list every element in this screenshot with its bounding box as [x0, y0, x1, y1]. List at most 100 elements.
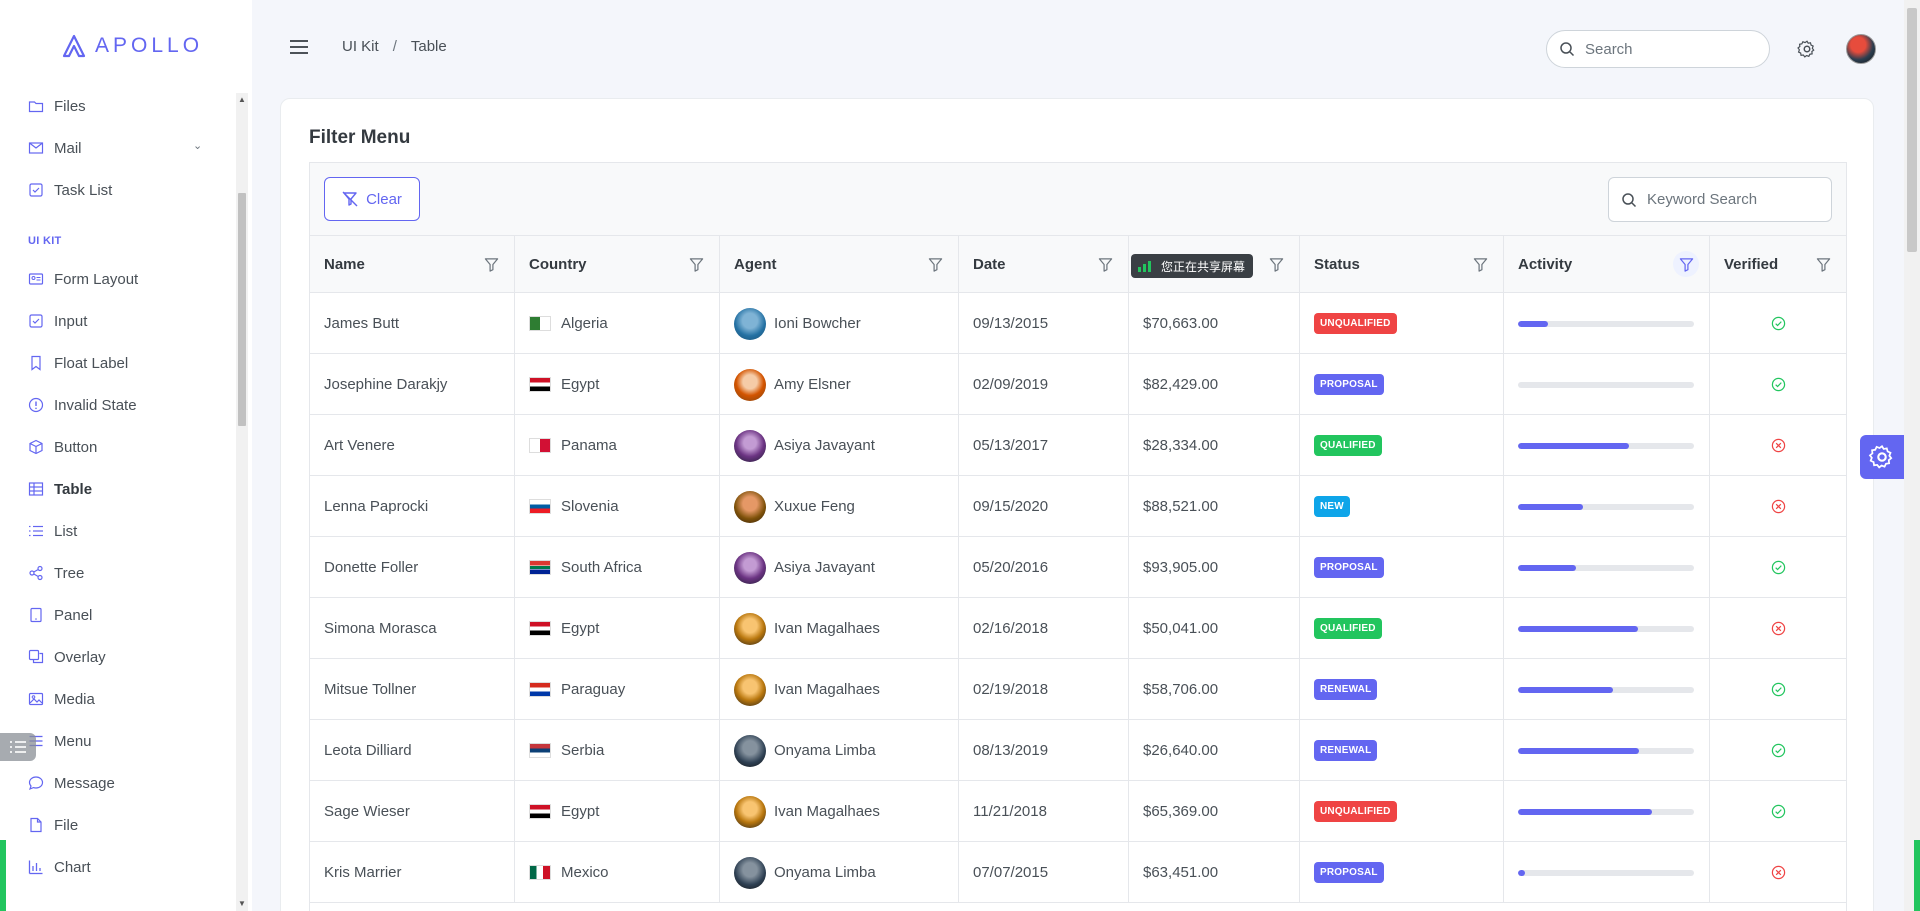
verified-check-icon [1771, 804, 1786, 819]
cell-verified [1710, 842, 1846, 903]
filter-icon[interactable] [926, 255, 944, 273]
column-header-agent[interactable]: Agent [720, 236, 959, 293]
breadcrumb-item-ui-kit[interactable]: UI Kit [342, 38, 379, 55]
not-verified-x-icon [1771, 438, 1786, 453]
sidebar-item-list[interactable]: List [28, 518, 77, 544]
floating-list-button[interactable] [0, 733, 36, 761]
sidebar-item-table[interactable]: Table [28, 476, 92, 502]
cell-activity [1504, 293, 1710, 354]
sidebar-item-file[interactable]: File [28, 812, 78, 838]
sidebar-item-panel[interactable]: Panel [28, 602, 92, 628]
filter-icon[interactable] [1267, 255, 1285, 273]
settings-gear-icon[interactable] [1796, 38, 1818, 60]
config-button[interactable] [1860, 435, 1904, 479]
scroll-down-arrow-icon[interactable]: ▼ [238, 899, 246, 908]
filter-icon[interactable] [1471, 255, 1489, 273]
sidebar-item-menu[interactable]: Menu [28, 728, 92, 754]
column-header-label: Verified [1724, 256, 1779, 273]
status-badge: NEW [1314, 496, 1350, 517]
cell-agent: Ivan Magalhaes [720, 659, 959, 720]
top-search-input[interactable] [1585, 40, 1755, 58]
table-row[interactable]: James Butt Algeria Ioni Bowcher 09/13/2015 $… [310, 293, 1846, 354]
activity-progress-fill [1518, 442, 1629, 449]
column-header-verified[interactable]: Verified [1710, 236, 1846, 293]
top-search-box[interactable] [1546, 30, 1770, 68]
table-row[interactable]: Sage Wieser Egypt Ivan Magalhaes 11/21/2018… [310, 781, 1846, 842]
cell-balance: $50,041.00 [1129, 598, 1300, 659]
sidebar-item-task-list[interactable]: Task List [28, 177, 112, 203]
table-row[interactable]: Kris Marrier Mexico Onyama Limba 07/07/2015… [310, 842, 1846, 903]
sidebar-item-files[interactable]: Files [28, 93, 86, 119]
cell-date: 08/13/2019 [959, 720, 1129, 781]
table-row[interactable]: Donette Foller South Africa Asiya Javayant… [310, 537, 1846, 598]
cell-status: RENEWAL [1300, 720, 1504, 781]
sidebar-item-message[interactable]: Message [28, 770, 115, 796]
date-value: 08/13/2019 [973, 742, 1049, 759]
cell-verified [1710, 293, 1846, 354]
table-icon [28, 482, 44, 496]
sidebar-item-float-label[interactable]: Float Label [28, 350, 128, 376]
sidebar-item-mail[interactable]: Mail [28, 135, 82, 161]
sidebar-item-overlay[interactable]: Overlay [28, 644, 106, 670]
cell-balance: $88,521.00 [1129, 476, 1300, 537]
table-row[interactable]: Lenna Paprocki Slovenia Xuxue Feng 09/15/20… [310, 476, 1846, 537]
table-row[interactable]: Art Venere Panama Asiya Javayant 05/13/2017… [310, 415, 1846, 476]
sidebar-item-label: Panel [54, 606, 93, 624]
balance-value: $65,369.00 [1143, 803, 1219, 820]
cell-country: Egypt [515, 598, 720, 659]
cell-agent: Ivan Magalhaes [720, 781, 959, 842]
cell-date: 02/16/2018 [959, 598, 1129, 659]
cell-date: 09/15/2020 [959, 476, 1129, 537]
scroll-up-arrow-icon[interactable]: ▲ [238, 95, 246, 104]
column-header-status[interactable]: Status [1300, 236, 1504, 293]
sidebar-item-tree[interactable]: Tree [28, 560, 84, 586]
column-header-activity[interactable]: Activity [1504, 236, 1710, 293]
hamburger-menu-icon[interactable] [288, 36, 310, 58]
filter-icon[interactable] [1673, 251, 1699, 277]
filter-icon[interactable] [1096, 255, 1114, 273]
user-avatar[interactable] [1846, 34, 1876, 64]
sidebar-item-media[interactable]: Media [28, 686, 95, 712]
column-header-name[interactable]: Name [310, 236, 515, 293]
cell-verified [1710, 354, 1846, 415]
sidebar-item-label: Mail [54, 139, 82, 157]
filter-icon[interactable] [1814, 255, 1832, 273]
cell-activity [1504, 476, 1710, 537]
page-scroll-thumb[interactable] [1907, 8, 1917, 252]
keyword-search-box[interactable] [1608, 177, 1832, 222]
table-row[interactable]: Simona Morasca Egypt Ivan Magalhaes 02/16/2… [310, 598, 1846, 659]
country-name: Algeria [561, 315, 608, 332]
sidebar-item-input[interactable]: Input [28, 308, 87, 334]
sidebar-item-invalid-state[interactable]: Invalid State [28, 392, 137, 418]
cell-verified [1710, 476, 1846, 537]
table-row[interactable]: Josephine Darakjy Egypt Amy Elsner 02/09/20… [310, 354, 1846, 415]
sidebar-item-chart[interactable]: Chart [28, 854, 91, 880]
sidebar-scroll-thumb[interactable] [238, 193, 246, 426]
clear-filters-button[interactable]: Clear [324, 177, 420, 221]
sidebar-scrollbar[interactable]: ▲ ▼ [236, 93, 248, 911]
cell-country: Egypt [515, 781, 720, 842]
sidebar-item-form-layout[interactable]: Form Layout [28, 266, 138, 292]
chevron-down-icon[interactable]: ⌄ [193, 139, 202, 152]
filter-icon[interactable] [482, 255, 500, 273]
app-logo[interactable]: APOLLO [62, 32, 203, 60]
keyword-search-input[interactable] [1647, 191, 1827, 208]
screen-sharing-badge[interactable]: 您正在共享屏幕 [1131, 254, 1254, 278]
list-icon [29, 525, 43, 537]
cell-date: 02/09/2019 [959, 354, 1129, 415]
activity-progress-fill [1518, 808, 1652, 815]
column-header-date[interactable]: Date [959, 236, 1129, 293]
customer-name: Sage Wieser [324, 803, 410, 820]
sidebar-item-button[interactable]: Button [28, 434, 97, 460]
column-header-country[interactable]: Country [515, 236, 720, 293]
filter-icon[interactable] [687, 255, 705, 273]
table-row[interactable]: Mitsue Tollner Paraguay Ivan Magalhaes 02/1… [310, 659, 1846, 720]
date-value: 05/20/2016 [973, 559, 1049, 576]
table-row[interactable]: Leota Dilliard Serbia Onyama Limba 08/13/20… [310, 720, 1846, 781]
cell-agent: Amy Elsner [720, 354, 959, 415]
page-scrollbar[interactable] [1904, 0, 1920, 911]
cell-activity [1504, 354, 1710, 415]
sidebar-item-label: Task List [54, 181, 113, 199]
sidebar-item-label: Invalid State [54, 396, 137, 414]
sidebar-item-label: Message [54, 774, 115, 792]
